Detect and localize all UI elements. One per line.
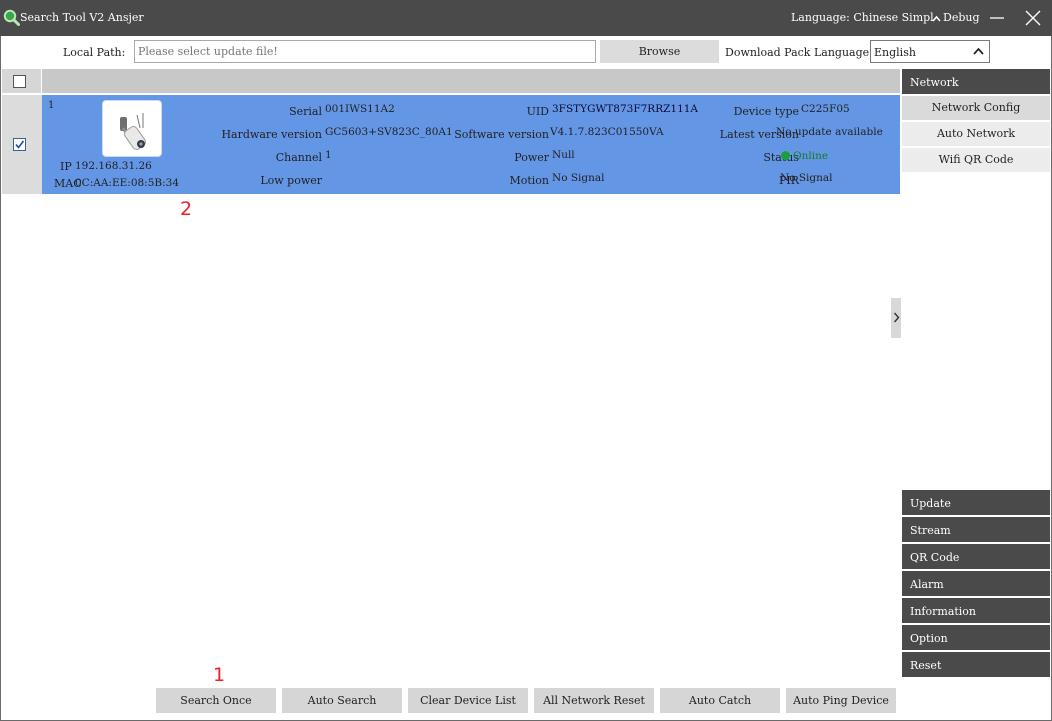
auto-catch-button[interactable]: Auto Catch	[660, 688, 780, 713]
channel-value: 1	[325, 149, 332, 161]
serial-label: Serial	[289, 105, 322, 118]
power-value: Null	[552, 149, 575, 161]
checkmark-icon	[15, 140, 25, 149]
clear-device-list-button[interactable]: Clear Device List	[408, 688, 528, 713]
serial-value: 001IWS11A2	[325, 103, 395, 115]
network-panel-header[interactable]: Network	[902, 69, 1050, 94]
uid-label: UID	[526, 105, 549, 118]
wifi-qr-code-button[interactable]: Wifi QR Code	[902, 148, 1050, 172]
download-pack-language-label: Download Pack Language:	[725, 46, 873, 59]
select-all-checkbox[interactable]	[13, 75, 26, 88]
row-check-cell	[2, 95, 42, 194]
network-panel-title: Network	[910, 76, 959, 89]
side-menu-reset[interactable]: Reset	[902, 652, 1050, 677]
language-selector[interactable]: Language: Chinese Simpl	[791, 11, 934, 24]
side-menu-label: Alarm	[910, 578, 944, 591]
all-network-reset-button[interactable]: All Network Reset	[534, 688, 654, 713]
chevron-right-icon	[893, 312, 900, 323]
side-menu-label: Option	[910, 632, 948, 645]
side-menu-label: Update	[910, 497, 951, 510]
side-menu-information[interactable]: Information	[902, 598, 1050, 623]
local-path-input[interactable]	[134, 40, 596, 63]
annotation-marker-2: 2	[180, 198, 193, 220]
motion-value: No Signal	[552, 172, 605, 184]
device-row-checkbox[interactable]	[13, 138, 26, 151]
chevron-up-icon	[932, 15, 941, 22]
side-menu-option[interactable]: Option	[902, 625, 1050, 650]
motion-label: Motion	[509, 174, 549, 187]
side-menu-stream[interactable]: Stream	[902, 517, 1050, 542]
local-path-label: Local Path:	[63, 46, 126, 59]
device-grid-header	[2, 69, 900, 93]
side-menu-qr-code[interactable]: QR Code	[902, 544, 1050, 569]
power-label: Power	[514, 151, 549, 164]
software-version-label: Software version	[454, 128, 549, 141]
status-text: Online	[793, 150, 829, 162]
device-type-value: C225F05	[801, 103, 850, 115]
side-menu-update[interactable]: Update	[902, 490, 1050, 515]
search-icon	[3, 9, 20, 26]
pir-value: No Signal	[780, 172, 833, 184]
search-once-button[interactable]: Search Once	[156, 688, 276, 713]
device-index: 1	[48, 100, 55, 111]
download-pack-language-select[interactable]: English	[870, 40, 990, 63]
ip-value: 192.168.31.26	[75, 160, 152, 172]
software-version-value: V4.1.7.823C01550VA	[550, 126, 664, 138]
auto-network-button[interactable]: Auto Network	[902, 122, 1050, 146]
network-config-button[interactable]: Network Config	[902, 96, 1050, 120]
window-title: Search Tool V2 Ansjer	[20, 11, 144, 24]
latest-version-value: No update available	[776, 126, 883, 138]
close-icon[interactable]	[1024, 10, 1042, 26]
side-menu-label: QR Code	[910, 551, 960, 564]
auto-ping-device-button[interactable]: Auto Ping Device	[786, 688, 896, 713]
debug-label: Debug	[943, 11, 980, 24]
chevron-up-icon	[973, 47, 984, 55]
annotation-marker-1: 1	[213, 664, 226, 686]
mac-value: 0C:AA:EE:08:5B:34	[75, 177, 180, 189]
minimize-icon[interactable]	[988, 10, 1006, 26]
device-row[interactable]: 1 IP 192.168.31.26 MAC 0C:AA:EE:08:5B:34…	[42, 95, 900, 194]
status-value: Online	[781, 150, 828, 162]
camera-icon	[120, 113, 146, 150]
online-status-icon	[781, 151, 790, 160]
panel-collapse-button[interactable]	[891, 298, 901, 338]
low-power-label: Low power	[260, 174, 322, 187]
side-menu-label: Stream	[910, 524, 951, 537]
side-menu-label: Information	[910, 605, 977, 618]
channel-label: Channel	[275, 151, 322, 164]
title-bar: Search Tool V2 Ansjer Language: Chinese …	[0, 0, 1052, 36]
select-all-cell	[2, 69, 42, 93]
auto-search-button[interactable]: Auto Search	[282, 688, 402, 713]
camera-thumbnail	[102, 100, 162, 157]
browse-button[interactable]: Browse	[600, 40, 719, 63]
ip-label: IP	[60, 160, 72, 173]
hardware-version-value: GC5603+SV823C_80A1	[325, 126, 453, 138]
hardware-version-label: Hardware version	[221, 128, 322, 141]
uid-value: 3FSTYGWT873F7RRZ111A	[552, 103, 699, 115]
side-menu-label: Reset	[910, 659, 942, 672]
debug-toggle[interactable]: Debug	[932, 11, 980, 24]
side-menu-alarm[interactable]: Alarm	[902, 571, 1050, 596]
download-pack-language-value: English	[874, 46, 916, 59]
device-type-label: Device type	[733, 105, 799, 118]
